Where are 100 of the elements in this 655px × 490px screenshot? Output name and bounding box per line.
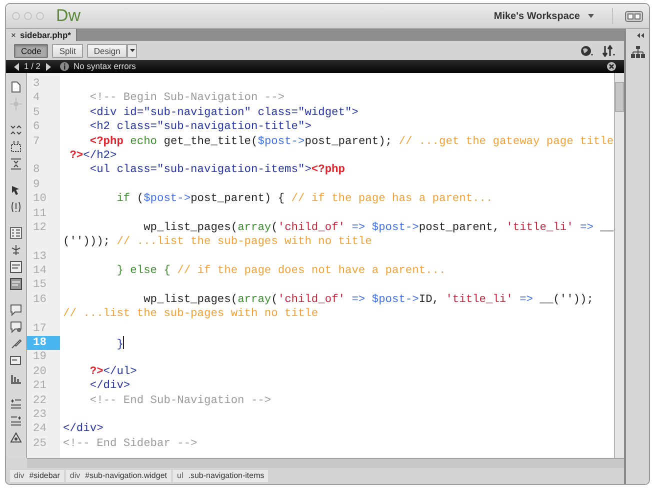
document-tab[interactable]: × sidebar.php* (6, 29, 77, 41)
view-toggle-icon[interactable] (625, 10, 643, 22)
line-number: 12 (32, 220, 48, 236)
tag-name[interactable]: div (70, 470, 80, 482)
code-token: => (578, 222, 594, 234)
code-token: ( (271, 222, 278, 234)
code-token: </ul> (103, 366, 137, 378)
tag-selector-item[interactable]: .sub-navigation-items (188, 470, 264, 482)
code-token: // ...list the sub-pages with no title (116, 236, 372, 248)
collapse-icon[interactable] (637, 33, 645, 38)
comment-icon[interactable] (10, 321, 22, 333)
line-number: 21 (32, 379, 48, 394)
code-token: 'child_of' (278, 294, 345, 306)
line-number: 11 (32, 206, 48, 221)
code-token: => $post-> (350, 222, 419, 234)
text-cursor (123, 336, 124, 350)
line-number: 8 (32, 163, 41, 178)
expand-icon[interactable] (10, 124, 22, 136)
code-token: post_parent) { (190, 193, 285, 206)
code-token: } (116, 339, 124, 352)
code-token: <!-- End Sub-Navigation --> (88, 394, 272, 407)
code-token: 'child_of' (278, 222, 345, 234)
close-icon[interactable] (607, 62, 616, 71)
code-token: // if the page does not have a parent... (176, 265, 446, 278)
format-icon[interactable] (10, 432, 22, 444)
code-token: if (116, 193, 130, 206)
horizontal-scrollbar[interactable] (27, 458, 624, 468)
view-button[interactable]: Code (14, 44, 48, 58)
line-number: 16 (32, 292, 48, 308)
code-token: // ...get the gateway page title (398, 136, 614, 148)
line-number: 22 (32, 394, 48, 408)
sitemap-icon[interactable] (630, 46, 644, 58)
indent-icon[interactable] (10, 398, 22, 410)
line-number: 7 (32, 134, 41, 149)
code-token: // if the page has a parent... (290, 193, 493, 206)
code-token: wp_list_pages( (142, 294, 238, 306)
code-token: </div> (63, 423, 104, 436)
line-number: 6 (32, 120, 41, 135)
globe-icon[interactable] (580, 44, 594, 56)
close-tab-button[interactable]: × (11, 29, 16, 41)
tag-name[interactable]: div (14, 470, 24, 482)
brush-icon[interactable] (10, 338, 22, 350)
next-icon[interactable] (46, 62, 51, 70)
tag-name[interactable]: ul (177, 470, 184, 482)
app-logo: Dw (56, 5, 81, 28)
code-token: wp_list_pages( (142, 222, 238, 234)
code-token: post_parent, (418, 222, 500, 234)
code-token: => $post-> (350, 294, 419, 306)
view-button[interactable]: Split (52, 44, 83, 58)
code-token: 'title_li' (446, 294, 513, 306)
comment-icon[interactable] (10, 304, 22, 316)
line-number: 4 (32, 91, 41, 106)
code-token: $post-> (144, 193, 191, 206)
info-icon (60, 62, 69, 71)
syntax-status: No syntax errors (74, 60, 136, 73)
code-token: ID, (418, 294, 440, 306)
document-icon[interactable] (10, 81, 22, 93)
code-token: post_parent); (304, 136, 394, 148)
code-token: // ...list the sub-pages with no title (63, 308, 318, 320)
code-token: $post-> (258, 136, 305, 148)
panel-icon[interactable] (10, 278, 22, 290)
panel-icon[interactable] (10, 261, 22, 273)
line-number: 15 (32, 278, 48, 293)
line-number: 24 (32, 422, 48, 437)
line-number: 14 (32, 264, 48, 278)
line-number: 17 (32, 322, 48, 336)
code-token: __('')); (538, 294, 594, 306)
previous-icon[interactable] (14, 62, 19, 70)
dropdown-button[interactable] (127, 44, 138, 58)
list-icon[interactable] (10, 227, 22, 239)
code-token: get_the_title( (162, 136, 258, 148)
line-number: 5 (32, 106, 41, 120)
view-button[interactable]: Design (86, 44, 128, 58)
code-token: <!-- Begin Sub-Navigation --> (88, 92, 285, 104)
collapse-lines-icon[interactable] (10, 158, 22, 170)
code-token: ?> (68, 150, 84, 162)
tag-selector-item[interactable]: #sidebar (29, 470, 60, 482)
chart-icon[interactable] (10, 372, 22, 384)
code-token: ( (136, 193, 144, 206)
caret-icon (130, 49, 135, 52)
tag-selector-item[interactable]: #sub-navigation.widget (85, 470, 167, 482)
code-token: </div> (88, 380, 130, 392)
frame-icon[interactable] (10, 141, 22, 153)
code-token: ?> (88, 366, 104, 378)
line-number: 9 (32, 178, 41, 192)
vertical-scrollbar[interactable] (614, 73, 624, 458)
window-icon[interactable] (10, 355, 22, 367)
workspace-switcher[interactable]: Mike's Workspace (488, 8, 600, 24)
code-token: echo (129, 136, 158, 148)
page-indicator: 1 / 2 (24, 60, 41, 73)
code-token: } else { (116, 265, 170, 278)
outdent-icon[interactable] (10, 415, 22, 427)
code-token: ( (271, 294, 278, 306)
code-token: => (518, 294, 534, 306)
code-token: <ul class="sub-navigation-items"> (88, 164, 312, 176)
line-number: 20 (32, 364, 48, 380)
code-token: <h2 class="sub-navigation-title"> (88, 121, 312, 134)
line-number: 19 (32, 350, 48, 365)
code-token: <!-- End Sidebar --> (63, 438, 198, 450)
sort-icon[interactable] (602, 44, 616, 56)
